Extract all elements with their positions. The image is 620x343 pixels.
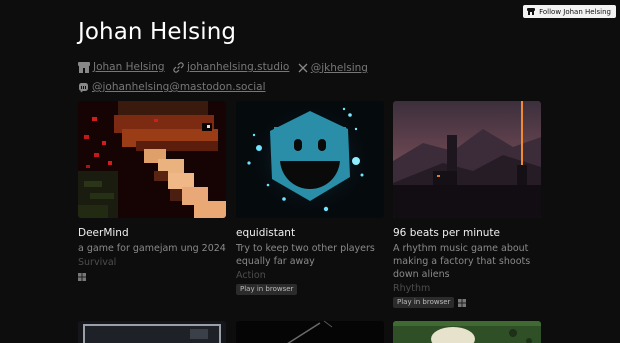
- windows-icon: [458, 298, 467, 307]
- follow-button[interactable]: Follow Johan Helsing: [523, 5, 616, 18]
- profile-link-x-text[interactable]: @jkhelsing: [311, 60, 368, 77]
- itchio-icon: [527, 8, 536, 15]
- game-thumbnail-6[interactable]: [393, 321, 541, 343]
- page-title: Johan Helsing: [78, 19, 237, 45]
- game-tags: Play in browser: [236, 284, 384, 295]
- play-in-browser-badge: Play in browser: [393, 297, 455, 308]
- game-thumbnail-4[interactable]: [78, 321, 226, 343]
- profile-link-itchio-text[interactable]: Johan Helsing: [93, 59, 165, 76]
- link-icon: [173, 62, 184, 73]
- profile-link-website[interactable]: johanhelsing.studio: [173, 59, 289, 76]
- game-genre: Rhythm: [393, 283, 431, 294]
- game-genre: Action: [236, 270, 266, 281]
- follow-button-label: Follow Johan Helsing: [539, 7, 611, 16]
- profile-links: Johan Helsing johanhelsing.studio @jkhel…: [78, 59, 408, 99]
- profile-link-mastodon[interactable]: @johanhelsing@mastodon.social: [78, 79, 266, 96]
- game-thumbnail-5[interactable]: [236, 321, 384, 343]
- itchio-icon: [78, 62, 90, 73]
- play-in-browser-badge: Play in browser: [236, 284, 298, 295]
- profile-link-website-text[interactable]: johanhelsing.studio: [187, 59, 289, 76]
- game-title[interactable]: equidistant: [236, 227, 384, 239]
- game-title[interactable]: DeerMind: [78, 227, 226, 239]
- game-thumbnail-96bpm[interactable]: [393, 101, 541, 218]
- game-card-equidistant[interactable]: equidistant Try to keep two other player…: [236, 101, 384, 295]
- mastodon-icon: [79, 83, 88, 93]
- profile-link-x[interactable]: @jkhelsing: [298, 60, 368, 77]
- game-description: a game for gamejam ung 2024: [78, 243, 226, 254]
- game-title[interactable]: 96 beats per minute: [393, 227, 541, 239]
- windows-icon: [78, 272, 86, 281]
- x-icon: [298, 63, 308, 73]
- game-card-96bpm[interactable]: 96 beats per minute A rhythm music game …: [393, 101, 541, 308]
- game-thumbnail-deermind[interactable]: [78, 101, 226, 218]
- game-tags: [78, 271, 226, 282]
- game-description: Try to keep two other players equally fa…: [236, 243, 375, 267]
- game-card-deermind[interactable]: DeerMind a game for gamejam ung 2024 Sur…: [78, 101, 226, 282]
- profile-link-itchio[interactable]: Johan Helsing: [78, 59, 165, 76]
- game-tags: Play in browser: [393, 297, 541, 308]
- profile-link-mastodon-text[interactable]: @johanhelsing@mastodon.social: [92, 79, 266, 96]
- game-genre: Survival: [78, 257, 117, 268]
- game-description: A rhythm music game about making a facto…: [393, 243, 531, 280]
- game-thumbnail-equidistant[interactable]: [236, 101, 384, 218]
